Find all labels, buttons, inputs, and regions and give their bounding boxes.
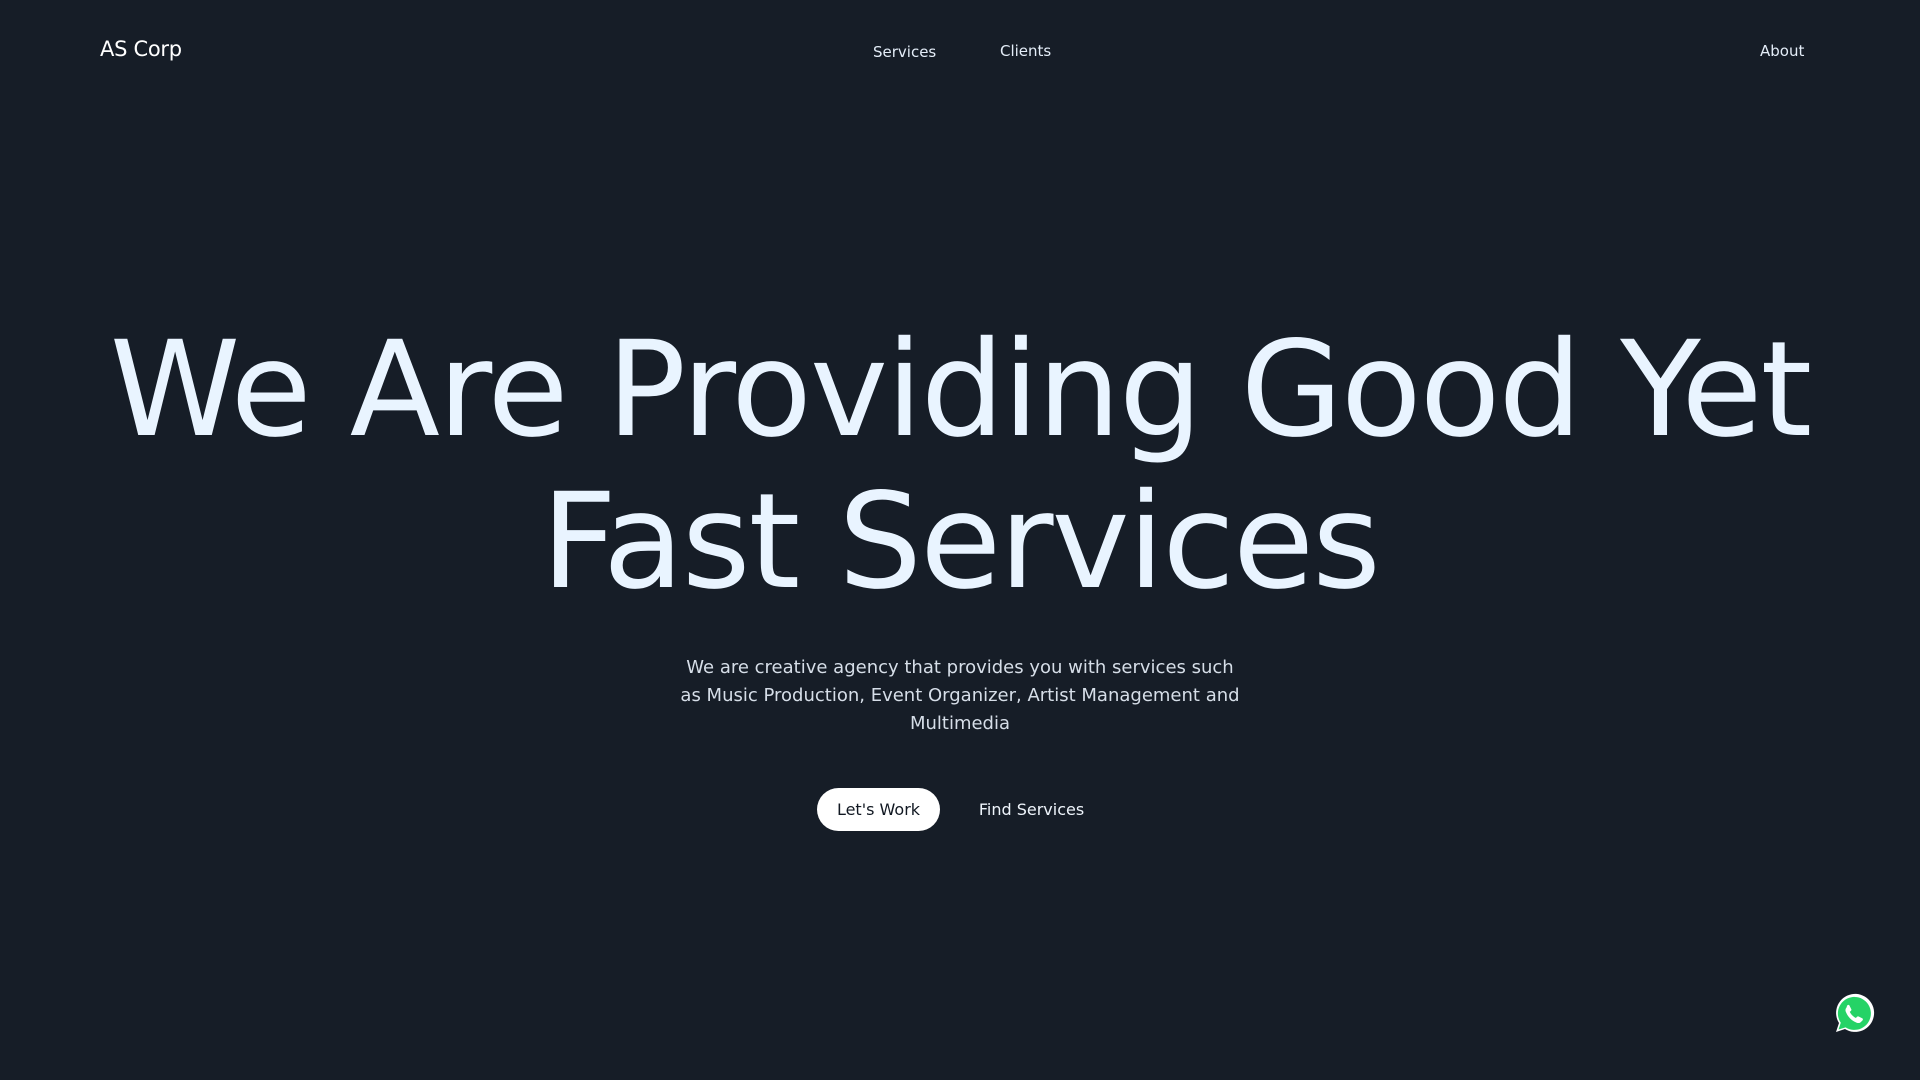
nav-clients-link[interactable]: Clients bbox=[1000, 42, 1051, 60]
hero-title-line-2: Fast Services bbox=[541, 465, 1381, 619]
nav-about-link[interactable]: About bbox=[1760, 42, 1804, 60]
hero-title: We Are Providing Good Yet Fast Services bbox=[0, 314, 1920, 618]
whatsapp-icon bbox=[1836, 993, 1875, 1032]
find-services-button[interactable]: Find Services bbox=[964, 788, 1099, 831]
landing-page: AS Corp Services Clients About We Are Pr… bbox=[0, 0, 1920, 1080]
whatsapp-button[interactable] bbox=[1832, 992, 1876, 1036]
nav-services-link[interactable]: Services bbox=[873, 43, 936, 61]
hero-subtitle: We are creative agency that provides you… bbox=[680, 657, 1240, 734]
lets-work-button[interactable]: Let's Work bbox=[817, 788, 940, 831]
brand-logo-link[interactable]: AS Corp bbox=[100, 37, 182, 61]
hero-title-line-1: We Are Providing Good Yet bbox=[109, 313, 1812, 467]
